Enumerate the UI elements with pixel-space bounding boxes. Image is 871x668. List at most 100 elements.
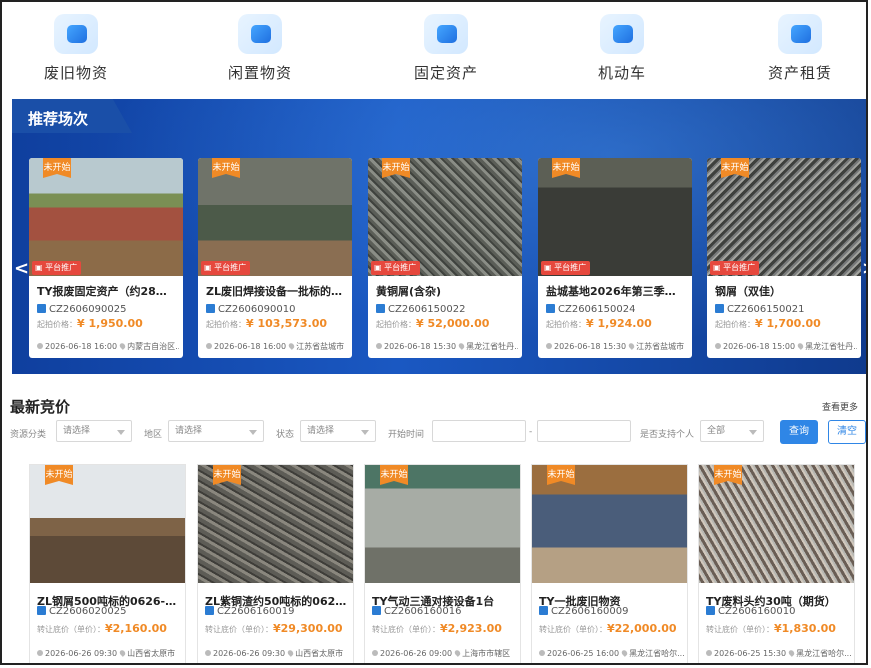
lot-price: 起拍价格：¥ 1,700.00	[715, 317, 821, 330]
lot-title: ZL废旧焊接设备一批标的0...	[206, 285, 346, 298]
code-icon	[539, 606, 548, 615]
category-select[interactable]: 请选择	[56, 420, 132, 442]
clock-icon	[706, 650, 712, 656]
recommended-card[interactable]: 未开始 ▣ 平台推广 ZL废旧焊接设备一批标的0... CZ2606090010…	[198, 158, 352, 358]
code-icon	[205, 606, 214, 615]
lease-icon	[778, 14, 822, 54]
latest-card[interactable]: 未开始 ZL紫铜渣约50吨标的0626-... CZ2606160019 转让底…	[197, 464, 354, 663]
code-icon	[376, 304, 385, 313]
recommended-title: 推荐场次	[28, 110, 89, 128]
lot-code: CZ2606020025	[37, 606, 126, 617]
category-filter-label: 资源分类	[10, 430, 47, 440]
fixed-asset-icon	[424, 14, 468, 54]
lot-code: CZ2606160010	[706, 606, 795, 617]
status-filter-label: 状态	[276, 430, 295, 440]
category-label: 闲置物资	[227, 64, 292, 82]
idle-goods-icon	[238, 14, 282, 54]
view-more-link[interactable]: 查看更多	[822, 400, 858, 413]
category-scrap-materials[interactable]: 废旧物资	[16, 14, 136, 83]
start-time-label: 开始时间	[388, 430, 425, 440]
latest-card[interactable]: 未开始 TY气动三通对接设备1台 CZ2606160016 转让底价（单价）：¥…	[364, 464, 521, 663]
lot-price: 转让底价（单价）：¥22,000.00	[539, 622, 677, 635]
recommended-card[interactable]: 未开始 ▣ 平台推广 黄铜屑(含杂) CZ2606150022 起拍价格：¥ 5…	[368, 158, 522, 358]
category-nav: 废旧物资 闲置物资 固定资产 机动车 资产租赁	[2, 2, 866, 94]
recommended-card[interactable]: 未开始 ▣ 平台推广 TY报废固定资产（约28吨） CZ2606090025 起…	[29, 158, 183, 358]
lot-image	[707, 158, 861, 276]
code-icon	[37, 304, 46, 313]
location-pin-icon	[620, 649, 629, 657]
lot-price: 转让底价（单价）：¥1,830.00	[706, 622, 836, 635]
personal-select[interactable]: 全部	[700, 420, 764, 442]
date-range-separator: -	[529, 427, 533, 437]
lot-code: CZ2606150024	[546, 304, 635, 315]
lot-title: 盐城基地2026年第三季度...	[546, 285, 686, 298]
search-button[interactable]: 查询	[780, 420, 818, 444]
lot-image	[365, 465, 520, 583]
promo-badge: ▣ 平台推广	[371, 261, 421, 275]
clock-icon	[376, 343, 382, 349]
clear-button[interactable]: 清空	[828, 420, 866, 444]
lot-meta: 2026-06-25 16:00 黑龙江省哈尔...	[539, 648, 684, 659]
region-select[interactable]: 请选择	[168, 420, 264, 442]
lot-price: 转让底价（单价）：¥29,300.00	[205, 622, 343, 635]
location-pin-icon	[627, 342, 636, 350]
filter-bar: 资源分类 请选择 地区 请选择 状态 请选择 开始时间 - 是否支持个人 全部 …	[10, 420, 866, 444]
location-pin-icon	[787, 649, 796, 657]
chevron-down-icon	[361, 430, 369, 435]
category-vehicles[interactable]: 机动车	[562, 14, 682, 83]
lot-meta: 2026-06-25 15:30 黑龙江省哈尔...	[706, 648, 851, 659]
lot-code: CZ2606150021	[715, 304, 804, 315]
lot-image	[198, 465, 353, 583]
recycle-box-icon	[54, 14, 98, 54]
start-date-input[interactable]	[432, 420, 526, 442]
clock-icon	[372, 650, 378, 656]
clock-icon	[37, 650, 43, 656]
clock-icon	[715, 343, 721, 349]
latest-card[interactable]: 未开始 TY废料头约30吨（期货） CZ2606160010 转让底价（单价）：…	[698, 464, 855, 663]
lot-code: CZ2606090025	[37, 304, 126, 315]
recommended-card[interactable]: 未开始 ▣ 平台推广 钢屑（双佳） CZ2606150021 起拍价格：¥ 1,…	[707, 158, 861, 358]
chevron-down-icon	[749, 430, 757, 435]
lot-meta: 2026-06-26 09:30 山西省太原市	[37, 648, 182, 659]
carousel-next-icon[interactable]: >	[862, 258, 866, 279]
location-pin-icon	[118, 649, 127, 657]
promo-badge: ▣ 平台推广	[541, 261, 591, 275]
page-frame: 废旧物资 闲置物资 固定资产 机动车 资产租赁 推荐场次 < > 未开始 ▣ 平…	[0, 0, 868, 665]
status-select[interactable]: 请选择	[300, 420, 376, 442]
recommended-card[interactable]: 未开始 ▣ 平台推广 盐城基地2026年第三季度... CZ2606150024…	[538, 158, 692, 358]
category-fixed-assets[interactable]: 固定资产	[386, 14, 506, 83]
chevron-down-icon	[249, 430, 257, 435]
location-pin-icon	[287, 342, 296, 350]
code-icon	[372, 606, 381, 615]
clock-icon	[546, 343, 552, 349]
lot-title: TY报废固定资产（约28吨）	[37, 285, 177, 298]
latest-title: 最新竞价	[10, 398, 71, 416]
code-icon	[546, 304, 555, 313]
category-label: 固定资产	[413, 64, 478, 82]
region-filter-label: 地区	[144, 430, 163, 440]
category-asset-lease[interactable]: 资产租赁	[740, 14, 860, 83]
lot-price: 转让底价（单价）：¥2,923.00	[372, 622, 502, 635]
lot-code: CZ2606160019	[205, 606, 294, 617]
code-icon	[706, 606, 715, 615]
lot-meta: 2026-06-18 15:30 黑龙江省牡丹...	[376, 341, 518, 352]
code-icon	[37, 606, 46, 615]
latest-card[interactable]: 未开始 TY一批废旧物资 CZ2606160009 转让底价（单价）：¥22,0…	[531, 464, 688, 663]
end-date-input[interactable]	[537, 420, 631, 442]
car-icon	[600, 14, 644, 54]
category-idle-materials[interactable]: 闲置物资	[200, 14, 320, 83]
personal-filter-label: 是否支持个人	[640, 430, 695, 440]
lot-title: 黄铜屑(含杂)	[376, 285, 442, 298]
lot-meta: 2026-06-18 16:00 内蒙古自治区...	[37, 341, 179, 352]
lot-image	[538, 158, 692, 276]
latest-card[interactable]: 未开始 ZL钢屑500吨标的0626-1-1 CZ2606020025 转让底价…	[29, 464, 186, 663]
lot-image	[198, 158, 352, 276]
category-label: 机动车	[597, 64, 646, 82]
chevron-down-icon	[117, 430, 125, 435]
promo-badge: ▣ 平台推广	[32, 261, 82, 275]
lot-price: 起拍价格：¥ 1,924.00	[546, 317, 652, 330]
lot-meta: 2026-06-18 15:30 江苏省盐城市	[546, 341, 688, 352]
location-pin-icon	[457, 342, 466, 350]
carousel-prev-icon[interactable]: <	[14, 258, 29, 279]
lot-price: 转让底价（单价）：¥2,160.00	[37, 622, 167, 635]
